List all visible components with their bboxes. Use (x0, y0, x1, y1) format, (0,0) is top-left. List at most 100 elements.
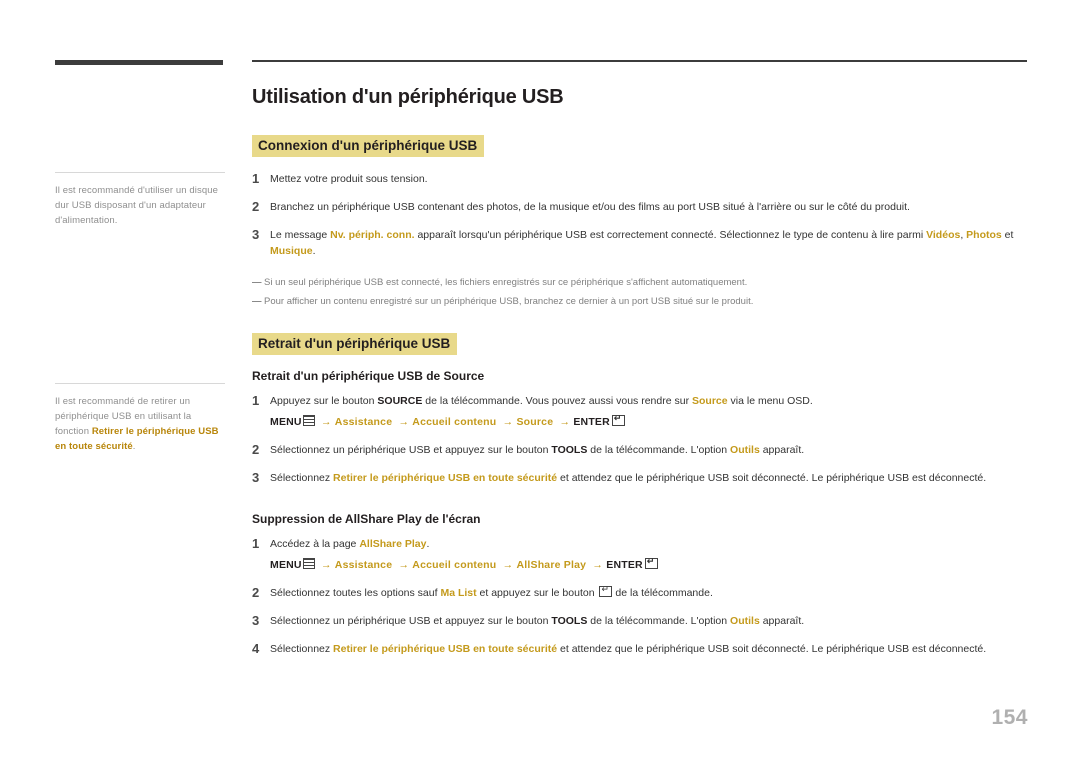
main-content: Utilisation d'un périphérique USB Connex… (252, 60, 1027, 669)
section-connexion: Connexion d'un périphérique USB 1 Mettez… (252, 135, 1027, 309)
step-text-run: Sélectionnez (270, 643, 334, 655)
menu-item-assistance: Assistance (334, 559, 393, 571)
step-number: 1 (252, 536, 260, 551)
step-text: Sélectionnez un périphérique USB et appu… (270, 613, 1027, 629)
step-number: 4 (252, 641, 260, 656)
arrow-icon: → (556, 416, 574, 428)
arrow-icon: → (499, 559, 517, 571)
step-item: 1 Appuyez sur le bouton SOURCE de la tél… (252, 393, 1027, 430)
section-retrait: Retrait d'un périphérique USB Retrait d'… (252, 333, 1027, 657)
note-divider (55, 172, 225, 173)
side-note-text-after: . (132, 441, 136, 452)
step-text: Sélectionnez Retirer le périphérique USB… (270, 641, 1027, 657)
step-item: 2 Branchez un périphérique USB contenant… (252, 199, 1027, 215)
subsection-suppression-allshare: Suppression de AllShare Play de l'écran … (252, 512, 1027, 657)
menu-icon (302, 415, 315, 426)
step-text-run: . (426, 538, 430, 550)
step-text-run: Mettez votre produit sous tension. (270, 173, 428, 185)
dash-icon: — (252, 296, 262, 307)
step-text-run: de la télécommande. L'option (587, 615, 731, 627)
arrow-icon: → (317, 559, 335, 571)
arrow-icon: → (317, 416, 335, 428)
step-text-run: Sélectionnez (270, 472, 334, 484)
menu-item-allshare-play: AllShare Play (516, 559, 587, 571)
step-text-run: Sélectionnez un périphérique USB et appu… (270, 615, 552, 627)
ui-term-videos: Vidéos (926, 229, 961, 241)
step-text-run: de la télécommande. Vous pouvez aussi vo… (422, 395, 692, 407)
step-item: 4 Sélectionnez Retirer le périphérique U… (252, 641, 1027, 657)
step-item: 3 Le message Nv. périph. conn. apparaît … (252, 227, 1027, 259)
ui-term-ma-list: Ma List (440, 587, 477, 599)
ui-term-photos: Photos (966, 229, 1002, 241)
page-title: Utilisation d'un périphérique USB (252, 86, 564, 108)
ui-term-retirer-usb: Retirer le périphérique USB en toute séc… (333, 472, 558, 484)
step-item: 1 Mettez votre produit sous tension. (252, 171, 1027, 187)
subsection-retrait-source: Retrait d'un périphérique USB de Source … (252, 369, 1027, 486)
menu-prefix: MENU (270, 416, 302, 428)
step-text: Sélectionnez un périphérique USB et appu… (270, 442, 1027, 458)
enter-key-icon (644, 556, 658, 569)
menu-item-source: Source (516, 416, 554, 428)
step-number: 2 (252, 199, 260, 214)
menu-item-accueil-contenu: Accueil contenu (412, 416, 497, 428)
subsection-heading: Retrait d'un périphérique USB de Source (252, 369, 485, 383)
left-decorative-rule (55, 60, 223, 65)
side-note-text: Il est recommandé de retirer un périphér… (55, 394, 227, 454)
step-item: 1 Accédez à la page AllShare Play. MENU … (252, 536, 1027, 573)
step-text-run: Sélectionnez un périphérique USB et appu… (270, 444, 552, 456)
step-text-run: Branchez un périphérique USB contenant d… (270, 201, 910, 213)
arrow-icon: → (499, 416, 517, 428)
menu-prefix: MENU (270, 559, 302, 571)
ui-term-source: Source (692, 395, 728, 407)
enter-key-icon (599, 584, 613, 597)
key-tools: TOOLS (551, 615, 588, 627)
note-bullet: — Pour afficher un contenu enregistré su… (252, 294, 1027, 309)
step-item: 3 Sélectionnez un périphérique USB et ap… (252, 613, 1027, 629)
step-number: 1 (252, 393, 260, 408)
step-item: 2 Sélectionnez un périphérique USB et ap… (252, 442, 1027, 458)
side-note-remove-usb: Il est recommandé de retirer un périphér… (55, 383, 227, 454)
step-number: 3 (252, 227, 260, 242)
step-text-run: et attendez que le périphérique USB soit… (557, 472, 987, 484)
key-enter-label: ENTER (573, 416, 610, 428)
note-bullet-text: Si un seul périphérique USB est connecté… (264, 277, 748, 288)
step-text-run: Le message (270, 229, 331, 241)
ui-term-outils: Outils (730, 615, 760, 627)
step-text-run: via le menu OSD. (727, 395, 813, 407)
ui-term-outils: Outils (730, 444, 760, 456)
step-text-run: Accédez à la page (270, 538, 360, 550)
menu-path: MENU → Assistance → Accueil contenu → Al… (270, 556, 1027, 573)
step-text: Sélectionnez Retirer le périphérique USB… (270, 470, 1027, 486)
step-text-run: Sélectionnez toutes les options sauf (270, 587, 441, 599)
note-bullet: — Si un seul périphérique USB est connec… (252, 275, 1027, 290)
ui-term-musique: Musique (270, 245, 313, 257)
document-page: Il est recommandé d'utiliser un disque d… (0, 0, 1080, 763)
page-number: 154 (991, 706, 1028, 729)
side-note-text: Il est recommandé d'utiliser un disque d… (55, 185, 218, 226)
menu-path: MENU → Assistance → Accueil contenu → So… (270, 413, 1027, 430)
menu-item-assistance: Assistance (334, 416, 393, 428)
dash-icon: — (252, 277, 262, 288)
step-text: Accédez à la page AllShare Play. MENU → … (270, 536, 1027, 573)
step-text: Branchez un périphérique USB contenant d… (270, 199, 1027, 215)
step-number: 1 (252, 171, 260, 186)
step-text-run: et (1001, 229, 1014, 241)
key-source: SOURCE (377, 395, 423, 407)
ui-term-retirer-usb: Retirer le périphérique USB en toute séc… (333, 643, 558, 655)
step-item: 2 Sélectionnez toutes les options sauf M… (252, 584, 1027, 601)
step-text-run: Appuyez sur le bouton (270, 395, 378, 407)
section-heading: Retrait d'un périphérique USB (252, 333, 458, 355)
note-bullet-text: Pour afficher un contenu enregistré sur … (264, 296, 754, 307)
step-text-run: et appuyez sur le bouton (476, 587, 598, 599)
notes-list: — Si un seul périphérique USB est connec… (252, 275, 1027, 309)
step-item: 3 Sélectionnez Retirer le périphérique U… (252, 470, 1027, 486)
subsection-heading: Suppression de AllShare Play de l'écran (252, 512, 481, 526)
step-text-run: de la télécommande. (612, 587, 713, 599)
step-text: Mettez votre produit sous tension. (270, 171, 1027, 187)
step-number: 3 (252, 470, 260, 485)
key-enter-label: ENTER (606, 559, 643, 571)
step-text-run: . (312, 245, 316, 257)
step-number: 2 (252, 585, 260, 600)
step-number: 2 (252, 442, 260, 457)
step-number: 3 (252, 613, 260, 628)
